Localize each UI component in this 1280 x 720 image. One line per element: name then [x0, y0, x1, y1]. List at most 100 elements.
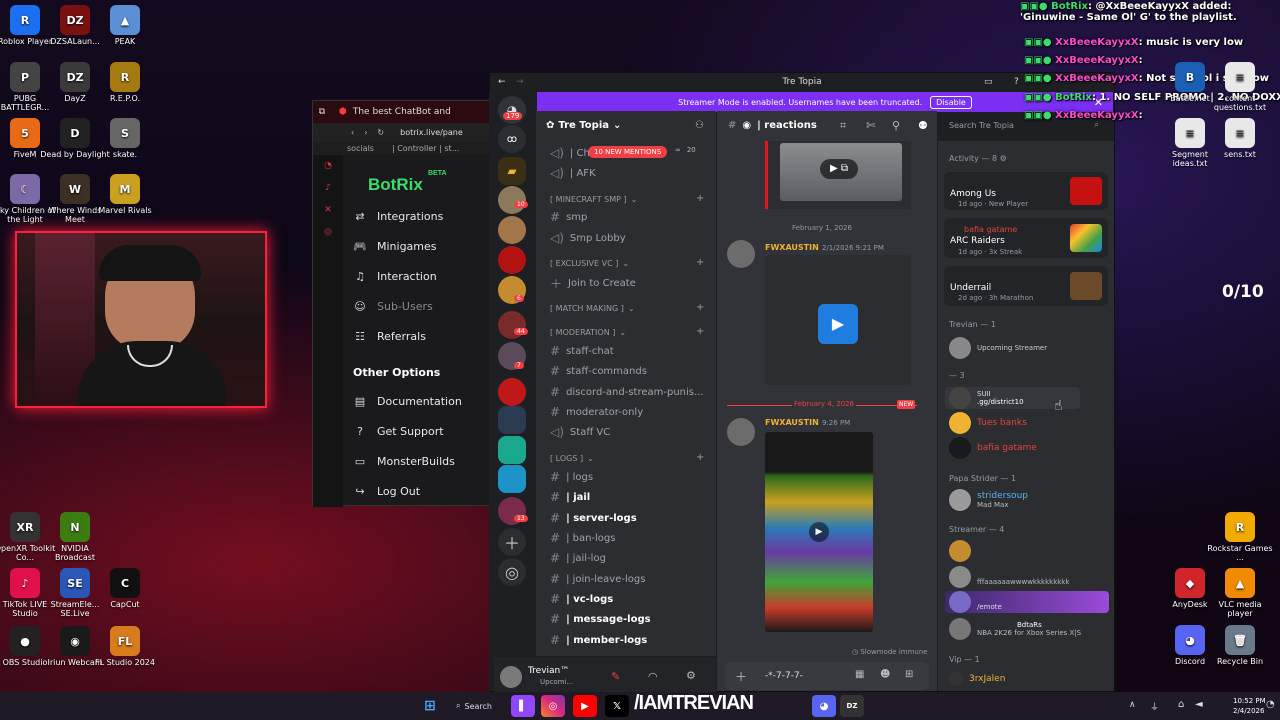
server-header[interactable]: ✿ Tre Topia ⌄	[546, 120, 621, 131]
back-icon[interactable]: ‹	[351, 128, 354, 137]
new-mentions-badge[interactable]: 10 NEW MENTIONS	[588, 146, 668, 158]
activity-card[interactable]: bafia gatame ARC Raiders 1d ago · 3x Str…	[944, 218, 1108, 258]
desktop-icon[interactable]: C CapCut	[90, 568, 160, 609]
activity-card[interactable]: Underrail 2d ago · 3h Marathon	[944, 266, 1108, 306]
member-item[interactable]: /emote	[949, 591, 1002, 613]
menu-item-logout[interactable]: ↪ Log Out	[353, 485, 420, 498]
menu-item-integrations[interactable]: ⇄ Integrations	[353, 210, 443, 223]
member-item[interactable]: Upcoming Streamer	[949, 337, 1047, 359]
inbox-icon[interactable]: ▭	[984, 73, 993, 91]
channel-item[interactable]: # | member-logs	[550, 633, 647, 647]
rail-icon[interactable]: ♪	[313, 183, 343, 193]
rail-icon[interactable]: ✕	[313, 205, 343, 215]
server-icon[interactable]	[498, 216, 526, 244]
taskbar-search[interactable]: ⌕ Search	[456, 697, 508, 715]
channel-item[interactable]: # | join-leave-logs	[550, 572, 645, 586]
channel-item[interactable]: # | ban-logs	[550, 531, 616, 545]
browser-menu-icon[interactable]: ⧉	[313, 107, 331, 117]
channel-item[interactable]: # staff-chat	[550, 344, 614, 358]
desktop-icon[interactable]: R R.E.P.O.	[90, 62, 160, 103]
channel-item[interactable]: # moderator-only	[550, 405, 643, 419]
clock-time[interactable]: 10:52 PM	[1233, 697, 1266, 705]
channel-item[interactable]: ◁) | AFK	[550, 166, 596, 180]
channel-category[interactable]: [ LOGS ] ⌄	[550, 454, 594, 463]
avatar[interactable]	[500, 666, 522, 688]
add-member-icon[interactable]: ⚇	[695, 120, 704, 131]
start-button[interactable]: ⊞	[418, 695, 442, 717]
forward-icon[interactable]: ›	[364, 128, 367, 137]
bookmark-socials[interactable]: socials	[347, 144, 374, 153]
channel-item[interactable]: # discord-and-stream-punis...	[550, 385, 704, 399]
menu-item-monsterbuilds[interactable]: ▭ MonsterBuilds	[353, 455, 455, 468]
menu-item-minigames[interactable]: 🎮 Minigames	[353, 240, 436, 253]
desktop-icon[interactable]: ≡ content questions.txt	[1205, 62, 1275, 112]
tray-usb-icon[interactable]: ⏚	[1150, 700, 1159, 713]
channel-item[interactable]: # | jail	[550, 490, 590, 504]
create-channel-icon[interactable]: +	[696, 326, 704, 337]
play-icon[interactable]: ▶ ⧉	[820, 159, 858, 179]
member-item[interactable]: 3rxJalen	[949, 672, 1005, 686]
activity-card[interactable]: Among Us 1d ago · New Player	[944, 172, 1108, 210]
channel-category[interactable]: [ MINECRAFT SMP ] ⌄	[550, 195, 637, 204]
title-forward-icon[interactable]: →	[516, 73, 524, 91]
channel-item[interactable]: ＋ Join to Create	[550, 275, 636, 292]
member-item[interactable]: SUII .gg/district10	[949, 387, 1024, 409]
member-item[interactable]: fffaaaaaawwwwkkkkkkkkk	[949, 566, 1069, 588]
member-item[interactable]	[949, 540, 971, 562]
channel-item[interactable]: # | logs	[550, 470, 593, 484]
address-bar[interactable]: botrix.live/pane	[400, 128, 463, 137]
menu-item-documentation[interactable]: ▤ Documentation	[353, 395, 462, 408]
member-item[interactable]: Tues banks	[949, 412, 1027, 434]
channel-category[interactable]: [ MODERATION ] ⌄	[550, 328, 626, 337]
add-attachment-icon[interactable]: ＋	[735, 668, 747, 685]
title-back-icon[interactable]: ←	[498, 73, 506, 91]
attachment-preview[interactable]: ▶	[765, 255, 911, 385]
channel-item[interactable]: ◁) Smp Lobby	[550, 231, 626, 245]
dayz-taskbar-icon[interactable]: DZ	[840, 695, 864, 717]
create-channel-icon[interactable]: +	[696, 257, 704, 268]
message-author[interactable]: FWXAUSTIN	[765, 243, 819, 252]
bookmark-controller[interactable]: | Controller | st...	[392, 144, 459, 153]
video-embed[interactable]: ▶ ⧉	[765, 141, 911, 209]
twitch-icon[interactable]: ▌	[511, 695, 535, 717]
play-icon[interactable]: ▶	[809, 522, 829, 542]
server-icon[interactable]	[498, 406, 526, 434]
disable-button[interactable]: Disable	[930, 95, 972, 109]
channel-item[interactable]: ◁) | Ch	[550, 146, 590, 160]
network-icon[interactable]: ⌂	[1178, 699, 1184, 710]
rail-icon[interactable]: ◔	[313, 161, 343, 171]
browser-tab-title[interactable]: The best ChatBot and	[353, 107, 451, 117]
menu-item-subusers[interactable]: ☺ Sub-Users	[353, 300, 432, 313]
headset-icon[interactable]: ◠	[648, 670, 658, 683]
desktop-icon[interactable]: ▲ VLC media player	[1205, 568, 1275, 618]
desktop-icon[interactable]: ▲ PEAK	[90, 5, 160, 46]
menu-item-getsupport[interactable]: ? Get Support	[353, 425, 444, 438]
server-icon[interactable]	[498, 378, 526, 406]
mute-channel-icon[interactable]: ✄	[866, 119, 875, 132]
gear-icon[interactable]: ⚙	[1000, 154, 1007, 163]
channel-item[interactable]: # | server-logs	[550, 511, 637, 525]
desktop-icon[interactable]: N NVIDIA Broadcast	[40, 512, 110, 562]
channel-item[interactable]: ◁) Staff VC	[550, 425, 610, 439]
message-author[interactable]: FWXAUSTIN	[765, 418, 819, 427]
tray-chevron-icon[interactable]: ∧	[1129, 700, 1136, 710]
message-composer[interactable]: ＋ -*-7-7-7- ▦ ☻ ⊞	[725, 662, 929, 690]
mute-icon[interactable]: ✎	[611, 670, 620, 683]
member-item[interactable]: BdtaRs NBA 2K26 for Xbox Series X|S	[949, 618, 1081, 640]
clock-date[interactable]: 2/4/2026	[1233, 707, 1264, 715]
reload-icon[interactable]: ↻	[377, 128, 384, 137]
notification-icon[interactable]: ◔	[1266, 699, 1275, 710]
channel-item[interactable]: # staff-commands	[550, 364, 647, 378]
video-attachment[interactable]: ▶	[765, 432, 873, 632]
channel-category[interactable]: [ MATCH MAKING ] ⌄	[550, 304, 635, 313]
emoji-icon[interactable]: ☻	[880, 669, 890, 680]
discover-icon[interactable]: ◎	[498, 558, 526, 586]
create-channel-icon[interactable]: +	[696, 193, 704, 204]
server-icon[interactable]	[498, 186, 526, 214]
channel-category[interactable]: [ EXCLUSIVE VC ] ⌄	[550, 259, 629, 268]
add-server-icon[interactable]: ＋	[498, 528, 526, 556]
desktop-icon[interactable]: FL FL Studio 2024	[90, 626, 160, 667]
server-icon[interactable]	[498, 436, 526, 464]
server-icon[interactable]	[498, 246, 526, 274]
desktop-icon[interactable]: R Rockstar Games ...	[1205, 512, 1275, 562]
